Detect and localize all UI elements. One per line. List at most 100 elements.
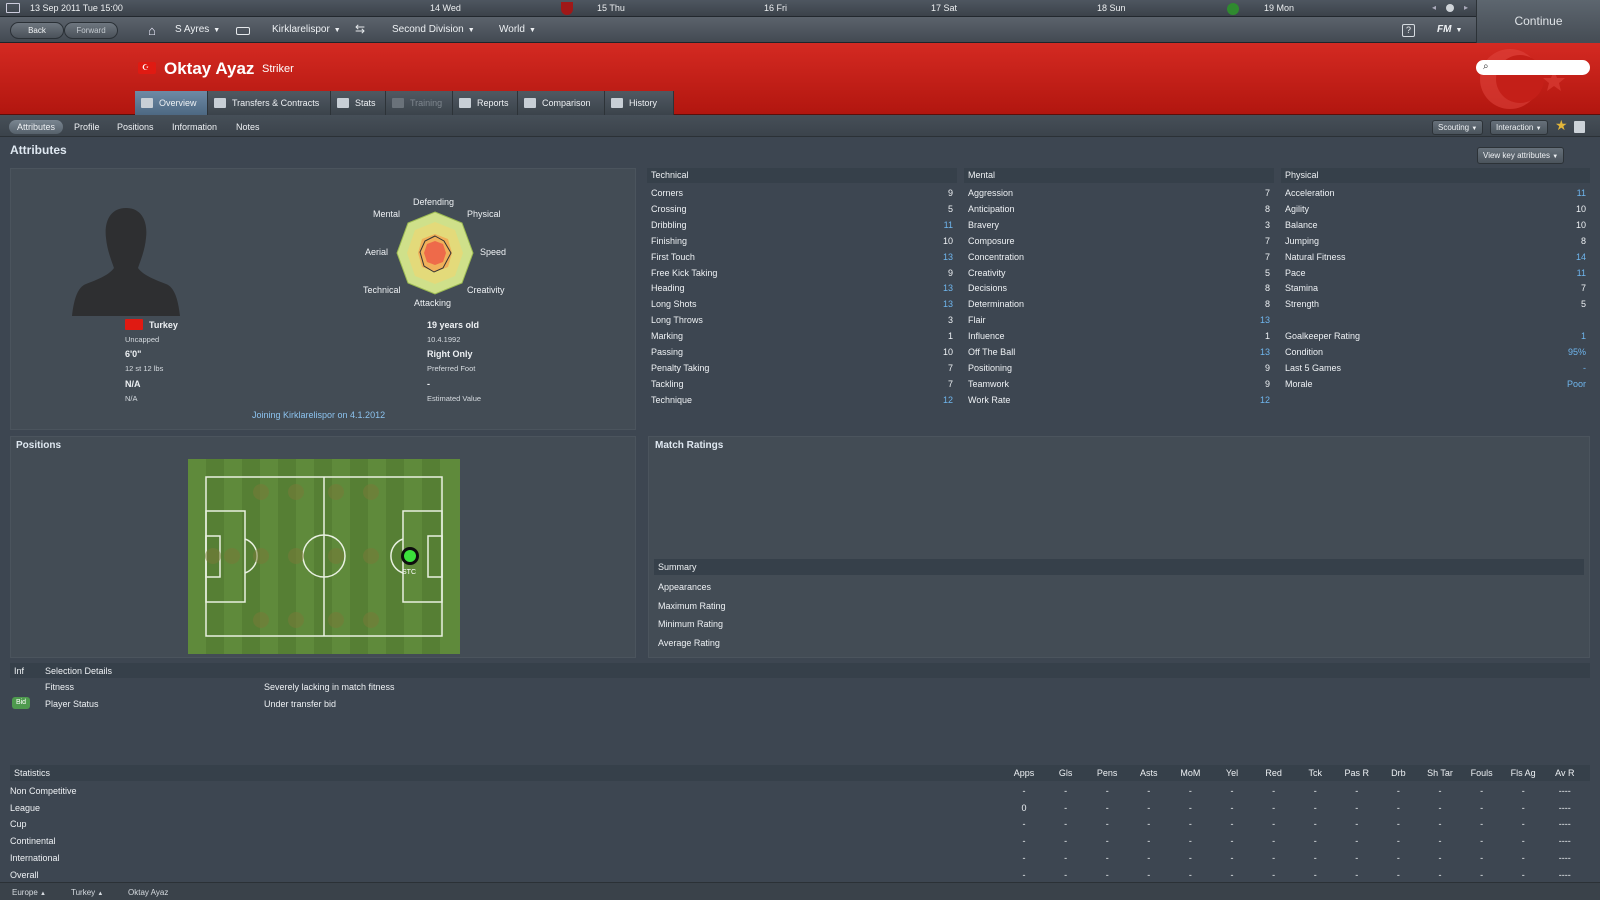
- attribute-row[interactable]: Stamina 7: [1281, 283, 1590, 298]
- home-icon[interactable]: ⌂: [148, 23, 156, 38]
- attribute-row[interactable]: Morale Poor: [1281, 379, 1590, 394]
- tab-stats[interactable]: Stats: [331, 91, 386, 115]
- attribute-row[interactable]: Anticipation 8: [964, 204, 1274, 219]
- calendar-today-icon[interactable]: [1446, 4, 1454, 12]
- attribute-row[interactable]: Long Shots 13: [647, 299, 957, 314]
- attribute-row[interactable]: Acceleration 11: [1281, 188, 1590, 203]
- back-button[interactable]: Back: [10, 22, 64, 39]
- attribute-row[interactable]: Long Throws 3: [647, 315, 957, 330]
- bid-status-badge[interactable]: Bid: [12, 697, 30, 709]
- attribute-row[interactable]: Marking 1: [647, 331, 957, 346]
- attribute-row[interactable]: First Touch 13: [647, 252, 957, 267]
- subtab-information[interactable]: Information: [164, 120, 225, 134]
- statistics-column-header[interactable]: Red: [1254, 768, 1294, 778]
- attribute-row[interactable]: Dribbling 11: [647, 220, 957, 235]
- calendar-prev-icon[interactable]: ◂: [1432, 3, 1436, 12]
- statistics-column-header[interactable]: Gls: [1046, 768, 1086, 778]
- attribute-row[interactable]: Teamwork 9: [964, 379, 1274, 394]
- help-icon[interactable]: ?: [1402, 24, 1415, 37]
- attribute-row[interactable]: Penalty Taking 7: [647, 363, 957, 378]
- breadcrumb-turkey[interactable]: Turkey ▲: [71, 888, 103, 897]
- attribute-row[interactable]: Condition 95%: [1281, 347, 1590, 362]
- statistics-column-header[interactable]: Fls Ag: [1503, 768, 1543, 778]
- attribute-row[interactable]: Tackling 7: [647, 379, 957, 394]
- statistics-column-header[interactable]: Pas R: [1337, 768, 1377, 778]
- statistics-column-header[interactable]: Yel: [1212, 768, 1252, 778]
- view-key-attributes-button[interactable]: View key attributes ▼: [1477, 147, 1565, 164]
- transfer-arrows-icon[interactable]: ⇆: [355, 22, 365, 36]
- subtab-profile[interactable]: Profile: [66, 120, 108, 134]
- calendar-day[interactable]: 18 Sun: [1097, 3, 1126, 13]
- tab-comparison[interactable]: Comparison: [518, 91, 605, 115]
- attribute-row[interactable]: Passing 10: [647, 347, 957, 362]
- attribute-row[interactable]: Strength 5: [1281, 299, 1590, 314]
- attribute-row[interactable]: Bravery 3: [964, 220, 1274, 235]
- tab-transfers-contracts[interactable]: Transfers & Contracts: [208, 91, 331, 115]
- attribute-row[interactable]: Off The Ball 13: [964, 347, 1274, 362]
- nation-name[interactable]: Turkey: [149, 320, 178, 330]
- shortlist-star-icon[interactable]: ★: [1555, 117, 1568, 134]
- attribute-row[interactable]: Balance 10: [1281, 220, 1590, 235]
- statistics-column-header[interactable]: Drb: [1378, 768, 1418, 778]
- attribute-row[interactable]: Technique 12: [647, 395, 957, 410]
- breadcrumb-player[interactable]: Oktay Ayaz: [128, 888, 168, 897]
- statistics-column-header[interactable]: MoM: [1170, 768, 1210, 778]
- calendar-day[interactable]: 16 Fri: [764, 3, 787, 13]
- calendar-icon[interactable]: [6, 3, 20, 13]
- attribute-row[interactable]: Positioning 9: [964, 363, 1274, 378]
- continue-button[interactable]: Continue: [1476, 0, 1600, 43]
- search-input[interactable]: ⌕: [1476, 60, 1590, 75]
- subtab-notes[interactable]: Notes: [228, 120, 268, 134]
- attribute-row[interactable]: Agility 10: [1281, 204, 1590, 219]
- manager-menu[interactable]: S Ayres ▼: [175, 24, 220, 35]
- calendar-next-icon[interactable]: ▸: [1464, 3, 1468, 12]
- attribute-row[interactable]: Crossing 5: [647, 204, 957, 219]
- attribute-row[interactable]: Determination 8: [964, 299, 1274, 314]
- attribute-row[interactable]: Heading 13: [647, 283, 957, 298]
- breadcrumb-europe[interactable]: Europe ▲: [12, 888, 46, 897]
- attribute-row[interactable]: Natural Fitness 14: [1281, 252, 1590, 267]
- attribute-row[interactable]: Creativity 5: [964, 268, 1274, 283]
- statistics-column-header[interactable]: Apps: [1004, 768, 1044, 778]
- attribute-row[interactable]: Corners 9: [647, 188, 957, 203]
- interaction-button[interactable]: Interaction ▼: [1490, 120, 1548, 135]
- scouting-button[interactable]: Scouting ▼: [1432, 120, 1484, 135]
- tab-reports[interactable]: Reports: [453, 91, 518, 115]
- subtab-positions[interactable]: Positions: [109, 120, 162, 134]
- attribute-row[interactable]: Jumping 8: [1281, 236, 1590, 251]
- calendar-day[interactable]: 15 Thu: [597, 3, 625, 13]
- forward-button[interactable]: Forward: [64, 22, 118, 39]
- tab-overview[interactable]: Overview: [135, 91, 208, 115]
- attribute-row[interactable]: Decisions 8: [964, 283, 1274, 298]
- statistics-column-header[interactable]: Asts: [1129, 768, 1169, 778]
- attribute-row[interactable]: Flair 13: [964, 315, 1274, 330]
- fm-menu[interactable]: FM ▼: [1437, 24, 1462, 35]
- attribute-row[interactable]: Pace 11: [1281, 268, 1590, 283]
- inbox-icon[interactable]: [236, 27, 250, 35]
- statistics-column-header[interactable]: Pens: [1087, 768, 1127, 778]
- attribute-row[interactable]: Influence 1: [964, 331, 1274, 346]
- tab-training[interactable]: Training: [386, 91, 453, 115]
- attribute-row[interactable]: Free Kick Taking 9: [647, 268, 957, 283]
- statistics-column-header[interactable]: Tck: [1295, 768, 1335, 778]
- statistics-column-header[interactable]: Sh Tar: [1420, 768, 1460, 778]
- calendar-day[interactable]: 17 Sat: [931, 3, 957, 13]
- division-menu[interactable]: Second Division ▼: [392, 24, 475, 35]
- attribute-row[interactable]: Finishing 10: [647, 236, 957, 251]
- club-menu[interactable]: Kirklarelispor ▼: [272, 24, 341, 35]
- world-menu[interactable]: World ▼: [499, 24, 536, 35]
- attribute-row[interactable]: Aggression 7: [964, 188, 1274, 203]
- statistics-column-header[interactable]: Fouls: [1462, 768, 1502, 778]
- calendar-day[interactable]: 14 Wed: [430, 3, 461, 13]
- subtab-attributes[interactable]: Attributes: [9, 120, 64, 134]
- attribute-row[interactable]: Composure 7: [964, 236, 1274, 251]
- attribute-row[interactable]: Last 5 Games -: [1281, 363, 1590, 378]
- calendar-day[interactable]: 19 Mon: [1264, 3, 1294, 13]
- notes-icon[interactable]: [1574, 121, 1585, 133]
- tab-history[interactable]: History: [605, 91, 674, 115]
- attribute-row[interactable]: Goalkeeper Rating 1: [1281, 331, 1590, 346]
- attribute-row[interactable]: Work Rate 12: [964, 395, 1274, 410]
- statistics-column-header[interactable]: Av R: [1545, 768, 1585, 778]
- joining-note[interactable]: Joining Kirklarelispor on 4.1.2012: [252, 410, 385, 420]
- attribute-row[interactable]: Concentration 7: [964, 252, 1274, 267]
